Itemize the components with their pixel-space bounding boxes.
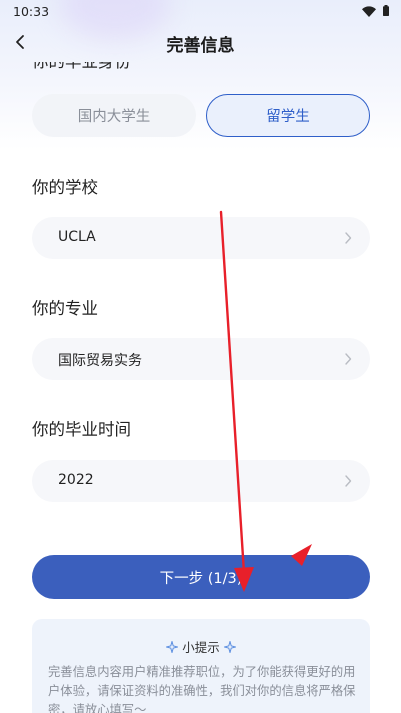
wifi-icon <box>362 6 376 17</box>
nav-header: 完善信息 <box>0 24 401 62</box>
major-field[interactable]: 国际贸易实务 <box>32 338 370 380</box>
school-value: UCLA <box>58 229 96 245</box>
chevron-right-icon <box>345 475 352 487</box>
page-title: 完善信息 <box>166 36 235 56</box>
tips-title: 小提示 <box>182 640 220 655</box>
battery-icon <box>383 5 389 16</box>
form-scroll-area[interactable]: 你的毕业身份 国内大学生 留学生 你的学校 UCLA 你的专业 国际贸易实务 你… <box>0 62 401 713</box>
tips-title-row: 小提示 <box>32 637 370 656</box>
sparkle-icon <box>166 640 179 653</box>
status-bar: 10:33 <box>0 0 401 24</box>
identity-option-overseas[interactable]: 留学生 <box>206 94 370 137</box>
major-label: 你的专业 <box>32 299 98 318</box>
identity-option-label: 留学生 <box>266 109 310 125</box>
identity-option-label: 国内大学生 <box>77 109 151 125</box>
next-step-button[interactable]: 下一步 (1/3) <box>32 555 370 599</box>
next-step-label: 下一步 (1/3) <box>159 570 243 587</box>
identity-option-domestic[interactable]: 国内大学生 <box>32 94 196 137</box>
graduation-value: 2022 <box>58 472 94 488</box>
graduation-label: 你的毕业时间 <box>32 420 131 439</box>
chevron-right-icon <box>345 353 352 365</box>
status-time: 10:33 <box>13 4 50 19</box>
screen: 10:33 完善信息 你的毕业身份 国内大学生 留学生 你的学校 UCLA <box>0 0 401 713</box>
identity-label: 你的毕业身份 <box>32 62 131 72</box>
tips-card: 小提示 完善信息内容用户精准推荐职位，为了你能获得更好的用户体验，请保证资料的准… <box>32 619 370 713</box>
graduation-field[interactable]: 2022 <box>32 460 370 502</box>
school-label: 你的学校 <box>32 178 98 197</box>
school-field[interactable]: UCLA <box>32 217 370 259</box>
major-value: 国际贸易实务 <box>58 353 142 369</box>
tips-body: 完善信息内容用户精准推荐职位，为了你能获得更好的用户体验，请保证资料的准确性，我… <box>48 665 356 713</box>
sparkle-icon <box>223 640 236 653</box>
chevron-right-icon <box>345 232 352 244</box>
